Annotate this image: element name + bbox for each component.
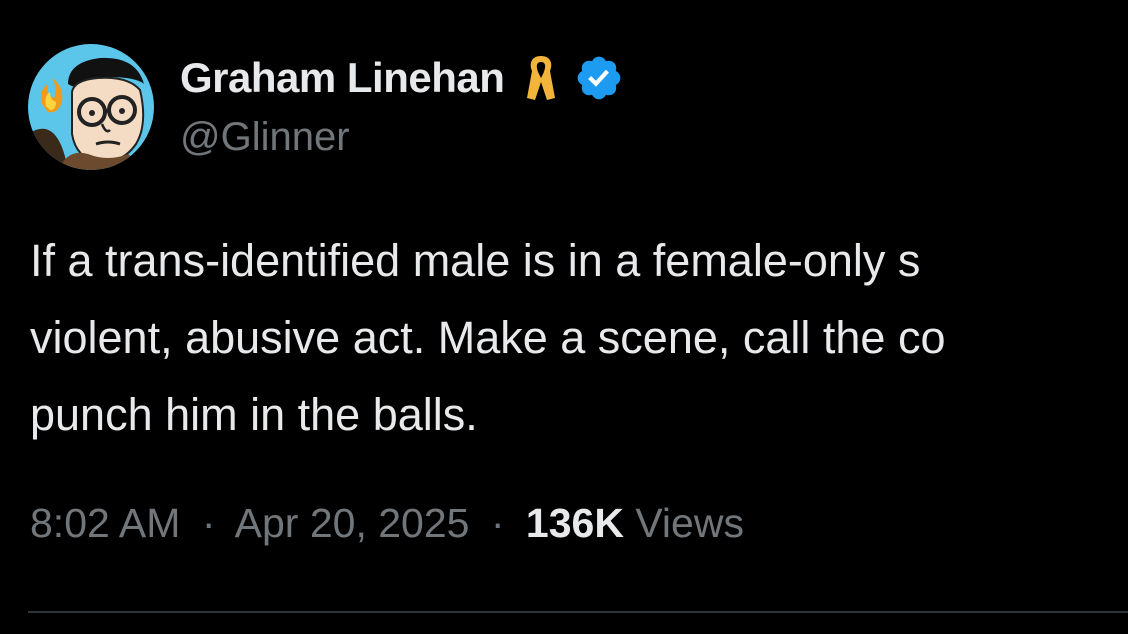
- tweet-time[interactable]: 8:02 AM: [30, 500, 180, 546]
- meta-separator: ·: [490, 500, 505, 546]
- views-label: Views: [635, 500, 744, 546]
- tweet-text: If a trans-identified male is in a femal…: [30, 222, 1128, 453]
- tweet-text-line: violent, abusive act. Make a scene, call…: [30, 312, 946, 363]
- author-display-name[interactable]: Graham Linehan: [180, 54, 505, 102]
- tweet-metadata: 8:02 AM · Apr 20, 2025 · 136K Views: [30, 500, 744, 547]
- author-name-row: Graham Linehan: [180, 52, 624, 104]
- divider: [28, 611, 1128, 613]
- yellow-ribbon-icon: [524, 52, 558, 104]
- verified-badge-icon[interactable]: [574, 53, 624, 103]
- tweet-text-line: punch him in the balls.: [30, 389, 478, 440]
- tweet-text-line: If a trans-identified male is in a femal…: [30, 235, 921, 286]
- views-count: 136K: [525, 500, 624, 546]
- author-avatar[interactable]: [28, 44, 154, 170]
- meta-separator: ·: [201, 500, 216, 546]
- cartoon-avatar-icon: [28, 44, 154, 170]
- author-handle[interactable]: @Glinner: [180, 115, 350, 160]
- tweet: Graham Linehan @Glinner If a trans-ident…: [0, 0, 1128, 634]
- tweet-date[interactable]: Apr 20, 2025: [235, 500, 470, 546]
